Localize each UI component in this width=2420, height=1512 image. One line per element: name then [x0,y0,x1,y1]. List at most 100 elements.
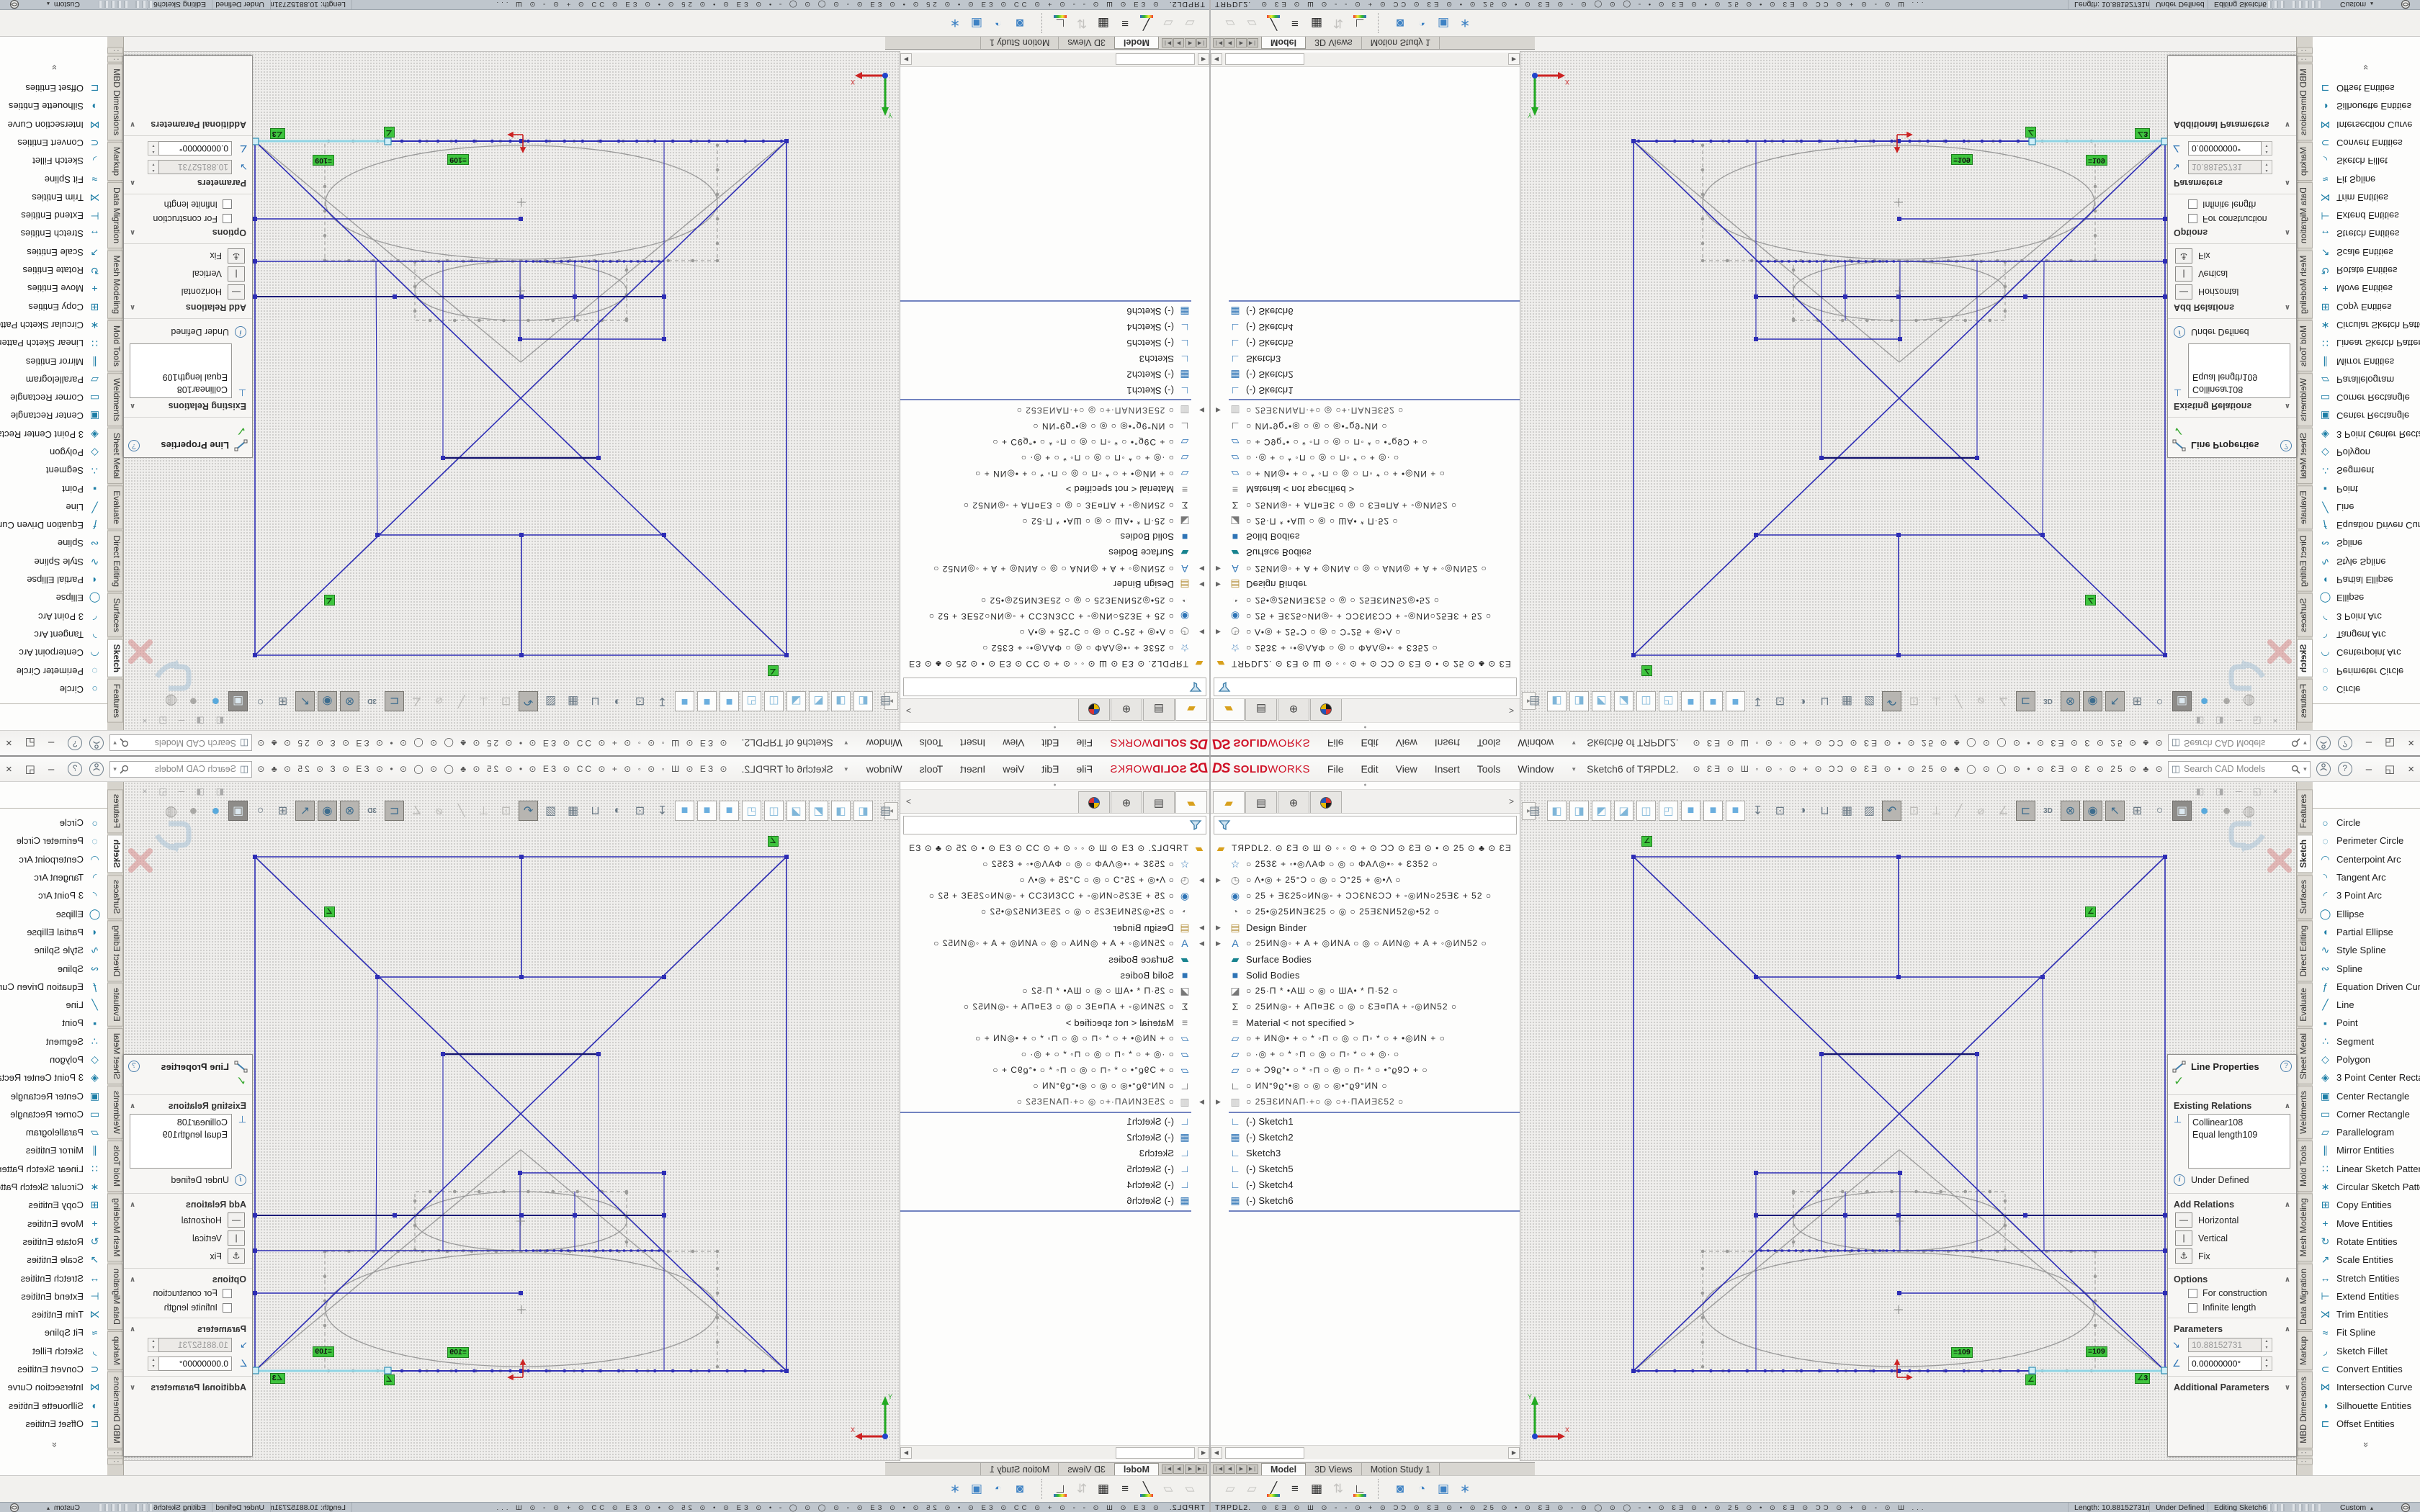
length-input[interactable]: 10.88152731 [158,1338,232,1352]
motion-toolbar-icon[interactable]: ∟ [1051,1480,1070,1498]
sketch-tool-item[interactable]: ∴ Segment [0,462,107,480]
sketch-tool-item[interactable]: ▱ Parallelogram [0,371,107,389]
tree-row[interactable]: ▶ Σ ○ 25ИN◎◦ + ΑΠ¤ƎƐ ○ ◎ ○ ƐƎ¤ΠΑ + ◦◎ИN5… [1211,498,1520,513]
tab-nav-icon[interactable]: ◀ [1224,38,1235,48]
angle-spinner[interactable]: ▴▾ [2262,141,2272,156]
commandmanager-tab[interactable]: Mold Tools [2297,320,2313,372]
relation-button-icon[interactable]: ⚓ [228,1248,245,1264]
sketch-tool-item[interactable]: ◇ Polygon [2313,1050,2420,1068]
expand-arrow-icon[interactable]: ▶ [1199,876,1204,884]
status-custom[interactable]: Custom ▴ [2334,1503,2379,1512]
add-relation-row[interactable]: — Horizontal [2168,1211,2296,1229]
motion-toolbar-icon[interactable] [1035,13,1042,33]
sketch-tool-item[interactable]: ◞ Sketch Fillet [2313,1342,2420,1360]
tab-configurationmanager[interactable]: ⊕ [1278,791,1309,813]
tree-row[interactable]: ▶ ◷ ○ Λ•◎ + 25°Ɔ ○ ◎ ○ Ɔ°25 + ◎•Λ ○ [900,872,1209,888]
relations-listbox[interactable]: Collinear108Equal length109 [2188,343,2290,398]
restore-button[interactable]: ◱ [25,737,35,750]
motion-toolbar-icon[interactable]: ╱ [1264,1480,1283,1498]
add-relation-row[interactable]: | Vertical [2168,1229,2296,1247]
commandmanager-tab[interactable]: Surfaces [2297,593,2313,637]
menu-item[interactable]: Edit [1041,763,1059,775]
tree-row[interactable]: ▶ ▰ Surface Bodies [900,545,1209,561]
sketch-tool-item[interactable]: ▪ Point [2313,480,2420,498]
tab-nav-icon[interactable]: ▶❘ [1162,1464,1173,1474]
menu-item[interactable]: Window [866,763,902,775]
tree-row[interactable]: ▶ ◉ ○ 25 + ƎƐ25○ИN◎◦ + ƆƆƐNƐƆƆ + ◦◎ИN○25… [1211,608,1520,624]
menu-item[interactable]: Window [866,737,902,749]
commandmanager-tab[interactable]: Markup [107,1331,123,1370]
section-parameters[interactable]: Parameters∧ [2168,176,2296,191]
section-parameters[interactable]: Parameters∧ [124,176,252,191]
sketch-tool-item[interactable]: ▪ Point [2313,1014,2420,1032]
equal-relation-badge[interactable]: ≡109 [447,1347,469,1358]
sketch-tool-item[interactable]: ∥ Mirror Entities [0,352,107,370]
menu-item[interactable]: File [1077,737,1093,749]
sketch-tool-item[interactable]: ▣ Center Rectangle [2313,1086,2420,1104]
commandmanager-tab[interactable]: Evaluate [2297,983,2313,1027]
menu-item[interactable]: Tools [920,763,944,775]
commandmanager-tab[interactable]: : [107,55,123,62]
sketch-tool-item[interactable]: ∷ Linear Sketch Pattern [2313,334,2420,352]
tree-row[interactable]: ▶ ∟ (-) Sketch5 [1211,336,1520,351]
relations-listbox[interactable]: Collinear108Equal length109 [130,1114,232,1169]
sketch-tool-item[interactable]: ⊏ Offset Entities [0,79,107,97]
commandmanager-tab[interactable]: Sketch [2297,639,2313,677]
sketch-tool-item[interactable]: ⊂ Convert Entities [2313,134,2420,152]
add-relation-row[interactable]: — Horizontal [124,283,252,301]
panel-help-icon[interactable]: ? [128,1061,140,1072]
sketch-tool-item[interactable]: ↻ Rotate Entities [2313,1233,2420,1251]
tree-row[interactable]: ▶ ∟ ○ ИN°9ϱ°•◎ ○ ◎ ○ ◎•°ϱ9°ИN ○ [1211,418,1520,434]
expand-arrow-icon[interactable]: ▶ [1216,407,1221,415]
tree-row[interactable]: ▶ ∟ Sketch3 [1211,1145,1520,1161]
minimize-button[interactable]: – [2366,737,2372,750]
motion-toolbar-icon[interactable] [1035,1479,1042,1499]
commandmanager-tab[interactable]: Surfaces [107,875,123,919]
study-tab[interactable]: 3D Views [1306,37,1362,49]
tree-row[interactable]: ▶ ∟ ○ ИN°9ϱ°•◎ ○ ◎ ○ ◎•°ϱ9°ИN ○ [900,1078,1209,1094]
pin-icon[interactable]: ▼ [1571,740,1577,747]
tree-row[interactable]: ▶ ∟ (-) Sketch4 [900,1176,1209,1192]
search-icon[interactable] [120,739,129,748]
commandmanager-tab[interactable]: Weldments [107,1086,123,1139]
tab-dimxpert[interactable] [1310,699,1342,721]
sketch-tool-item[interactable]: ▭ Corner Rectangle [2313,1105,2420,1123]
tab-nav-icon[interactable]: ◀ [1185,38,1196,48]
sketch-tool-item[interactable]: ⋈ Intersection Curve [0,116,107,134]
tab-featuremanager-tree[interactable]: ▰ [1175,699,1207,721]
panel-help-icon[interactable]: ? [128,440,140,451]
tab-dimxpert[interactable] [1078,791,1110,813]
tree-row[interactable]: ▶ ∟ ○ ИN°9ϱ°•◎ ○ ◎ ○ ◎•°ϱ9°ИN ○ [1211,1078,1520,1094]
sketch-tool-item[interactable]: ▭ Corner Rectangle [0,1105,107,1123]
commandmanager-tab[interactable]: Features [107,679,123,723]
motion-toolbar-icon[interactable]: ◔ [1412,14,1431,32]
section-additional-parameters[interactable]: Additional Parameters∨ [124,118,252,132]
menu-item[interactable]: File [1327,763,1344,775]
sketch-tool-item[interactable]: ▣ Center Rectangle [2313,407,2420,425]
sketch-tool-item[interactable]: ⊏ Offset Entities [2313,1415,2420,1433]
tree-row[interactable]: ▶ ▦ (-) Sketch6 [900,304,1209,320]
sketch-tool-item[interactable]: ╱ Line [0,498,107,516]
add-relation-row[interactable]: — Horizontal [2168,283,2296,301]
menu-item[interactable]: View [1396,737,1417,749]
commandmanager-tab[interactable]: Sheet Metal [107,1028,123,1084]
relations-listbox[interactable]: Collinear108Equal length109 [2188,1114,2290,1169]
tree-row[interactable]: ▶ [900,1208,1209,1212]
tree-row[interactable]: ▶ ∟ (-) Sketch4 [900,320,1209,336]
relation-button-icon[interactable]: ⚓ [2175,1248,2192,1264]
tree-row[interactable]: ▶ ■ Solid Bodies [1211,967,1520,983]
option-row[interactable]: For construction [2168,1286,2296,1300]
commandmanager-tab[interactable]: : [2297,48,2313,54]
tree-row[interactable]: ▶ ▦ (-) Sketch2 [900,1129,1209,1145]
commandmanager-tab[interactable]: : [107,48,123,54]
status-custom[interactable]: Custom ▴ [41,0,86,9]
sketch-tool-item[interactable]: ⋊ Trim Entities [0,189,107,207]
checkbox[interactable] [223,215,232,224]
commandmanager-tab[interactable]: Mold Tools [2297,1140,2313,1192]
motion-toolbar-icon[interactable]: ▣ [967,14,986,32]
scroll-thumb[interactable] [1225,1447,1304,1459]
sketch-tool-item[interactable]: ◯ Ellipse [2313,589,2420,607]
sketch-tool-item[interactable]: ◌ Perimeter Circle [0,662,107,680]
tab-nav-icon[interactable]: ▶❘ [1247,38,1258,48]
tree-row[interactable]: ▶ ■ Solid Bodies [900,529,1209,545]
